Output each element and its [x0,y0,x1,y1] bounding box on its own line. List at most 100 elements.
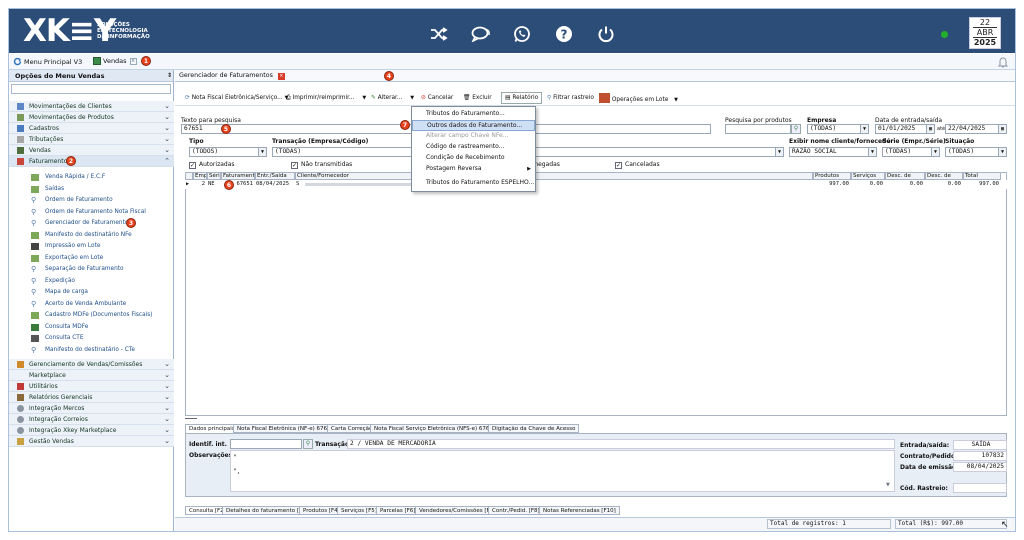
identif-search-icon[interactable]: ⚲ [303,439,313,449]
operacoes-lote-button[interactable]: Operações em Lote ▼ [599,93,678,103]
serie-select[interactable]: (TODAS) ▼ [882,147,940,157]
menu-item-postagem-reversa[interactable]: Postagem Reversa ▶ [412,164,535,175]
truck-icon [31,323,39,331]
nao-transmitidas-checkbox[interactable]: ✓ Não transmitidas [291,161,352,169]
sidebar-group-tributacoes[interactable]: Tributações ⌄ [9,134,174,145]
batch-icon [599,93,610,103]
sidebar-group-integracao-xkey[interactable]: Integração Xkey Marketplace ⌄ [9,425,174,436]
tab-gerenciador-faturamentos[interactable]: Gerenciador de Faturamentos × [179,72,285,80]
calendar-icon[interactable]: ▦ [998,125,1006,133]
product-search-input[interactable] [725,124,791,134]
sidebar-item-ordem-faturamento-nf[interactable]: ⚲ Ordem de Faturamento Nota Fiscal [9,207,174,218]
relatorio-button[interactable]: ▤ Relatório [501,92,543,104]
print-button[interactable]: ⎙ Imprimir/reimprimir... ▼ [286,93,366,103]
tab-parcelas[interactable]: Parcelas [F6] [376,506,420,515]
sidebar-item-separacao[interactable]: ⚲ Separação de Faturamento [9,264,174,275]
exibir-nome-select[interactable]: RAZÃO SOCIAL ▼ [789,147,877,157]
grid-header[interactable]: Emp [193,172,207,180]
identif-int-input[interactable] [230,439,302,449]
sidebar-item-gerenciador-faturamento[interactable]: ⚲ Gerenciador de Faturamento 3 [9,218,174,229]
sidebar-group-vendas[interactable]: Vendas ⌄ [9,145,174,156]
tab-digitacao-chave[interactable]: Digitação da Chave de Acesso [488,424,580,433]
tab-vendas[interactable]: Vendas × [93,57,137,65]
observacoes-textarea[interactable]: " ", [230,450,895,492]
menu-item-outros-dados[interactable]: Outros dados do Faturamento... [412,120,535,131]
people-icon [17,361,24,368]
sidebar-group-integracao-correios[interactable]: Integração Correios ⌄ [9,414,174,425]
sidebar-group-gestao-vendas[interactable]: Gestão Vendas ⌄ [9,436,174,447]
tab-nfse[interactable]: Nota Fiscal Serviço Eletrônica (NFS-e) 6… [370,424,501,433]
grid-header[interactable]: Produtos [813,172,851,180]
notification-bell-icon[interactable] [997,56,1009,68]
sidebar-item-impressao-lote[interactable]: Impressão em Lote [9,241,174,252]
scroll-down-icon[interactable]: ▼ [886,482,890,488]
sidebar-item-venda-rapida[interactable]: Venda Rápida / E.C.F [9,172,174,183]
grid-header[interactable]: Série [207,172,221,180]
tab-menu-principal[interactable]: Menu Principal V3 [13,57,82,66]
alterar-button[interactable]: ✎ Alterar... ▼ [371,93,414,103]
grid-header[interactable]: Total [963,172,1001,180]
sidebar-group-marketplace[interactable]: Marketplace ⌄ [9,370,174,381]
splitter-handle[interactable] [185,418,197,419]
tab-servicos[interactable]: Serviços [F5] [337,506,381,515]
grid-header[interactable]: Faturamento [221,172,255,180]
sidebar-item-cadastro-mdfe[interactable]: Cadastro MDFe (Documentos Fiscais) [9,310,174,321]
excluir-button[interactable]: 🗑 Excluir [463,93,492,103]
canceladas-checkbox[interactable]: ✓ Canceladas [615,161,660,169]
nfe-button[interactable]: ⟳ Nota Fiscal Eletrônica/Serviço... ▼ [185,93,288,103]
tab-carta-correcao[interactable]: Carta Correção [327,424,377,433]
grid-header[interactable]: Desc. de serv. [925,172,963,180]
sidebar-group-faturamento[interactable]: Faturamento 2 ⌃ [9,156,174,167]
grid-header[interactable]: Cliente/Fornecedor [295,172,813,180]
tab-close-icon[interactable]: × [129,57,137,65]
chat-icon[interactable] [471,24,491,44]
data-fim-input[interactable]: 22/04/2025 ▦ [945,124,1007,134]
help-icon[interactable]: ? [554,24,574,44]
tipo-select[interactable]: (TODOS) ▼ [189,147,267,157]
sidebar-group-relatorios[interactable]: Relatórios Gerenciais ⌄ [9,392,174,403]
sidebar-group-gerenciamento-vendas[interactable]: Gerenciamento de Vendas/Comissões ⌄ [9,359,174,370]
sidebar-group-utilitarios[interactable]: Utilitários ⌄ [9,381,174,392]
situacao-select[interactable]: (TODAS) ▼ [945,147,1007,157]
sidebar-group-cadastros[interactable]: Cadastros ⌄ [9,123,174,134]
empresa-select[interactable]: (TODAS) ▼ [807,124,869,134]
cancelar-button[interactable]: ⊘ Cancelar [421,93,453,103]
sidebar-item-exportacao-lote[interactable]: Exportação em Lote [9,253,174,264]
data-inicio-input[interactable]: 01/01/2025 ▦ [875,124,935,134]
whatsapp-icon[interactable] [512,24,532,44]
sidebar-item-ordem-faturamento[interactable]: ⚲ Ordem de Faturamento [9,195,174,206]
sidebar-item-saidas[interactable]: Saídas [9,184,174,195]
tab-dados-principais[interactable]: Dados principais [185,424,239,433]
power-icon[interactable] [596,24,616,44]
tab-vendedores[interactable]: Vendedores/Comissões [F7] [415,506,500,515]
autorizadas-checkbox[interactable]: ✓ Autorizadas [189,161,235,169]
pin-icon[interactable]: ⇕ [167,70,172,82]
sidebar-item-acerto-venda[interactable]: ⚲ Acerto de Venda Ambulante [9,299,174,310]
sidebar-item-consulta-mdfe[interactable]: Consulta MDFe [9,322,174,333]
sidebar-item-expedicao[interactable]: ⚲ Expedição [9,276,174,287]
sidebar-group-movimentacoes-clientes[interactable]: Movimentações de Clientes ⌄ [9,101,174,112]
grid-header[interactable]: Desc. de prod [885,172,925,180]
filtrar-rastreio-button[interactable]: ⚲ Filtrar rastreio [547,93,594,103]
tab-nfe[interactable]: Nota Fiscal Eletrônica (NF-e) 67651 [233,424,338,433]
menu-item-condicao-recebimento[interactable]: Condição de Recebimento [412,153,535,164]
grid-header[interactable]: Serviços [851,172,885,180]
sidebar-item-mapa-carga[interactable]: ⚲ Mapa de carga [9,287,174,298]
shuffle-icon[interactable] [429,24,449,44]
sidebar-group-integracao-mercos[interactable]: Integração Mercos ⌄ [9,403,174,414]
menu-item-codigo-rastreamento[interactable]: Código de rastreamento... [412,142,535,153]
sidebar-group-movimentacoes-produtos[interactable]: Movimentações de Produtos ⌄ [9,112,174,123]
sidebar-search-input[interactable] [11,84,171,94]
sidebar-item-consulta-cte[interactable]: Consulta CTE [9,333,174,344]
menu-item-tributos-espelho[interactable]: Tributos do Faturamento ESPELHO... [412,178,535,189]
sidebar-item-manifesto-cte[interactable]: ⚲ Manifesto do destinatário - CTe [9,345,174,356]
tab-contr-pedid[interactable]: Contr./Pedid. [F8] [488,506,544,515]
sidebar-item-manifesto-nfe[interactable]: Manifesto do destinatário NFe [9,230,174,241]
tab-close-icon[interactable]: × [277,73,285,80]
tab-notas-referenciadas[interactable]: Notas Referenciadas [F10] [539,506,620,515]
calendar-icon[interactable]: ▦ [926,125,934,133]
product-search-icon[interactable]: ⚲ [791,124,801,134]
dropdown-arrow-icon: ▼ [998,148,1006,156]
grid-header[interactable]: Entr./Saída [255,172,295,180]
menu-item-tributos[interactable]: Tributos do Faturamento... [412,109,535,120]
